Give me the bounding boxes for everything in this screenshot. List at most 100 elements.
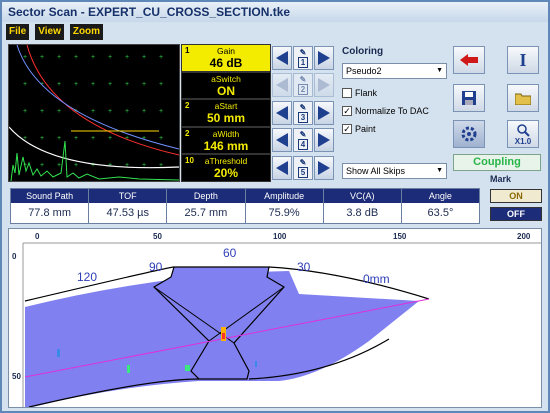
decrease-button[interactable]: [272, 73, 292, 98]
readout-amplitude: Amplitude 75.9%: [245, 189, 324, 223]
param-select-button[interactable]: ✎ 2: [293, 73, 313, 98]
svg-text:+: +: [57, 81, 61, 88]
arrow-right-icon: [318, 50, 330, 65]
svg-text:+: +: [91, 162, 95, 169]
param-gain[interactable]: 1 Gain 46 dB: [181, 44, 271, 72]
svg-text:+: +: [40, 135, 44, 142]
save-button[interactable]: [453, 84, 485, 112]
decrease-button[interactable]: [272, 45, 292, 70]
svg-text:+: +: [91, 108, 95, 115]
param-select-button[interactable]: ✎ 4: [293, 128, 313, 153]
readout-name: Amplitude: [245, 189, 323, 203]
settings-button[interactable]: [453, 120, 485, 148]
zoom-button[interactable]: X1.0: [507, 120, 539, 148]
svg-text:+: +: [57, 162, 61, 169]
y-tick-label: 50: [12, 372, 21, 381]
readout-angle: Angle 63.5°: [401, 189, 480, 223]
arrow-left-red-icon: [460, 54, 478, 66]
checkbox-box[interactable]: [342, 88, 352, 98]
arrow-right-icon: [318, 105, 330, 120]
svg-text:+: +: [74, 54, 78, 61]
param-name: aSwitch: [211, 73, 241, 84]
param-number: 3: [298, 111, 308, 123]
menu-file[interactable]: File: [6, 24, 30, 40]
param-select-button[interactable]: ✎ 1: [293, 45, 313, 70]
increase-button[interactable]: [314, 100, 334, 125]
param-astart[interactable]: 2 aStart 50 mm: [181, 99, 271, 127]
arrow-right-icon: [318, 78, 330, 93]
decrease-button[interactable]: [272, 100, 292, 125]
sector-scan-plot: 0 50 100 150 200 0 50 120 90 60 30 0mm: [9, 229, 541, 407]
svg-text:+: +: [23, 81, 27, 88]
paint-label: Paint: [355, 124, 376, 134]
svg-text:+: +: [125, 81, 129, 88]
param-value: 146 mm: [203, 138, 249, 153]
svg-text:+: +: [142, 81, 146, 88]
param-number: 1: [298, 56, 308, 68]
increase-button[interactable]: [314, 155, 334, 180]
folder-icon: [515, 93, 531, 105]
gear-icon: [461, 126, 477, 142]
param-select-button[interactable]: ✎ 3: [293, 100, 313, 125]
increase-button[interactable]: [314, 45, 334, 70]
arrow-left-icon: [276, 50, 288, 65]
chevron-down-icon: ▼: [436, 167, 443, 174]
normalize-checkbox[interactable]: ✓ Normalize To DAC: [342, 106, 429, 116]
param-awidth[interactable]: 2 aWidth 146 mm: [181, 126, 271, 154]
svg-text:+: +: [91, 54, 95, 61]
param-select-button[interactable]: ✎ 5: [293, 155, 313, 180]
mark-off-button[interactable]: OFF: [490, 207, 542, 221]
sector-scan-view[interactable]: 0 50 100 150 200 0 50 120 90 60 30 0mm: [8, 228, 542, 408]
param-aswitch[interactable]: aSwitch ON: [181, 71, 271, 99]
flank-checkbox[interactable]: Flank: [342, 88, 377, 98]
param-name: aStart: [214, 101, 238, 111]
readout-name: Depth: [167, 189, 245, 203]
param-name: aWidth: [212, 128, 240, 139]
mark-on-button[interactable]: ON: [490, 189, 542, 203]
x-tick-label: 50: [153, 232, 162, 241]
coloring-select[interactable]: Pseudo2 ▼: [342, 63, 447, 79]
edit-icon: ✎: [299, 75, 307, 85]
readout-value: 63.5°: [427, 207, 454, 219]
sector-scan-window: Sector Scan - EXPERT_CU_CROSS_SECTION.tk…: [0, 0, 550, 413]
angle-label: 120: [77, 270, 97, 284]
param-name: aThreshold: [204, 156, 248, 166]
decrease-button[interactable]: [272, 155, 292, 180]
back-button[interactable]: [453, 46, 485, 74]
zoom-level: X1.0: [514, 136, 532, 146]
increase-button[interactable]: [314, 128, 334, 153]
info-icon: I: [519, 49, 527, 70]
arrow-left-icon: [276, 133, 288, 148]
menu-view[interactable]: View: [35, 24, 64, 40]
readout-name: Angle: [401, 189, 480, 203]
svg-text:+: +: [125, 162, 129, 169]
y-tick-label: 0: [12, 252, 17, 261]
open-folder-button[interactable]: [507, 84, 539, 112]
param-athreshold[interactable]: 10 aThreshold 20%: [181, 154, 271, 182]
skips-select[interactable]: Show All Skips ▼: [342, 163, 447, 179]
measurement-readouts: Sound Path 77.8 mm TOF 47.53 µs Depth 25.7 …: [10, 188, 480, 224]
paint-checkbox[interactable]: ✓ Paint: [342, 124, 376, 134]
readout-value: 77.8 mm: [28, 207, 71, 219]
svg-text:+: +: [40, 54, 44, 61]
svg-text:+: +: [108, 108, 112, 115]
checkbox-box[interactable]: ✓: [342, 124, 352, 134]
increase-button[interactable]: [314, 73, 334, 98]
edit-icon: ✎: [299, 47, 307, 57]
decrease-button[interactable]: [272, 128, 292, 153]
svg-text:+: +: [159, 108, 163, 115]
x-tick-label: 200: [517, 232, 531, 241]
svg-text:+: +: [142, 108, 146, 115]
info-button[interactable]: I: [507, 46, 539, 74]
chevron-down-icon: ▼: [436, 67, 443, 74]
svg-text:+: +: [40, 162, 44, 169]
svg-text:+: +: [108, 135, 112, 142]
readout-value: 75.9%: [268, 207, 300, 219]
param-value: ON: [217, 83, 235, 98]
arrow-left-icon: [276, 160, 288, 175]
checkbox-box[interactable]: ✓: [342, 106, 352, 116]
angle-label: 30: [297, 260, 311, 274]
skips-selected-value: Show All Skips: [346, 166, 406, 176]
menu-zoom[interactable]: Zoom: [69, 24, 104, 40]
svg-text:+: +: [159, 135, 163, 142]
